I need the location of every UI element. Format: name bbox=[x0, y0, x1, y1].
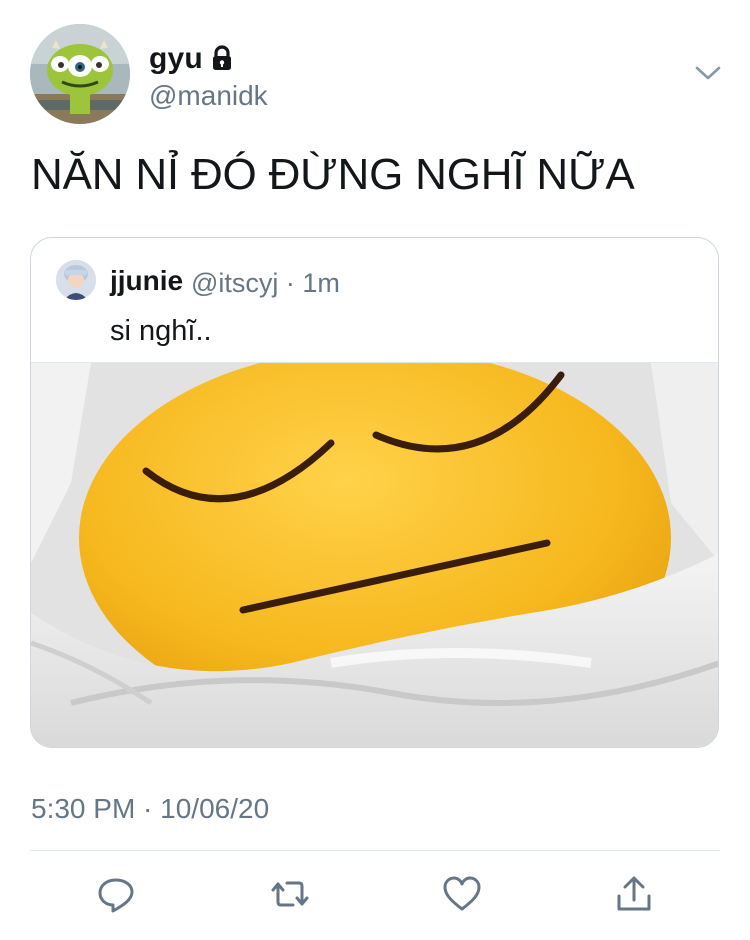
share-icon bbox=[617, 876, 651, 911]
author-handle[interactable]: @manidk bbox=[149, 80, 268, 112]
avatar-image bbox=[30, 24, 130, 124]
chevron-down-icon[interactable] bbox=[694, 62, 722, 84]
quoted-display-name: jjunie bbox=[110, 265, 184, 296]
lock-icon bbox=[213, 45, 231, 70]
quoted-tweet-card[interactable]: jjunie @itscyj · 1m si nghĩ.. bbox=[30, 237, 719, 748]
divider bbox=[30, 850, 720, 851]
tweet-timestamp[interactable]: 5:30 PM · 10/06/20 bbox=[31, 793, 269, 825]
quoted-media[interactable] bbox=[31, 362, 718, 747]
reply-icon bbox=[98, 878, 134, 913]
quoted-author-avatar bbox=[56, 260, 96, 300]
share-button[interactable] bbox=[614, 874, 654, 914]
retweet-button[interactable] bbox=[270, 874, 310, 914]
sleepy-emoji-image bbox=[31, 363, 718, 747]
author-avatar[interactable] bbox=[30, 24, 130, 124]
tweet-text: NĂN NỈ ĐÓ ĐỪNG NGHĨ NỮA bbox=[31, 150, 635, 199]
author-display-name[interactable]: gyu bbox=[149, 42, 203, 76]
like-icon bbox=[443, 876, 481, 911]
retweet-icon bbox=[271, 881, 309, 907]
quoted-tweet-text: si nghĩ.. bbox=[110, 315, 212, 347]
quoted-avatar-image bbox=[56, 260, 96, 300]
like-button[interactable] bbox=[442, 874, 482, 914]
quoted-handle-time: @itscyj · 1m bbox=[191, 268, 340, 298]
reply-button[interactable] bbox=[96, 874, 136, 914]
